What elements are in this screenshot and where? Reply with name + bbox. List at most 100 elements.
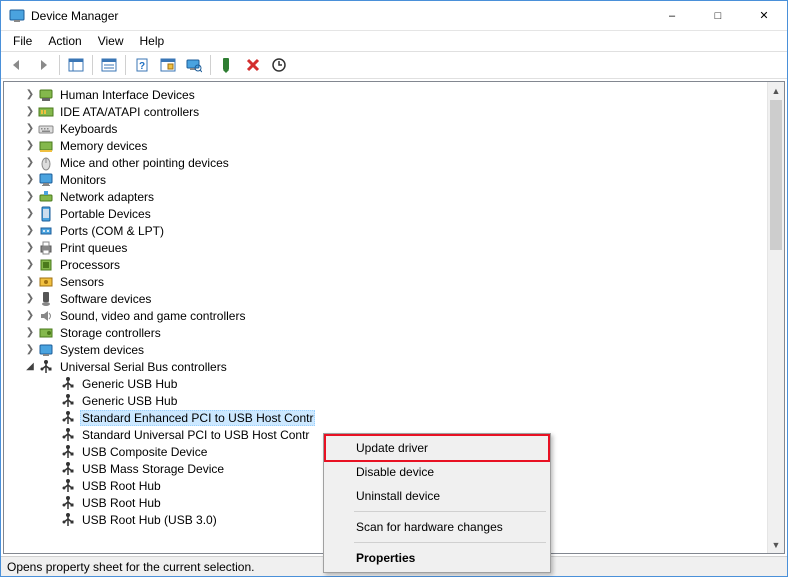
chevron-right-icon[interactable]: ❯ [24,242,36,254]
usb-icon [60,444,76,460]
system-icon [38,342,54,358]
app-icon [9,8,25,24]
back-button[interactable] [5,53,29,77]
action-tree-button[interactable] [156,53,180,77]
menu-file[interactable]: File [5,32,40,50]
properties-button[interactable] [97,53,121,77]
chevron-right-icon[interactable]: ❯ [24,123,36,135]
scroll-thumb[interactable] [770,100,782,250]
tree-node-label: Sensors [58,275,106,289]
tree-node-label: Keyboards [58,122,119,136]
context-menu-separator [354,542,546,543]
minimize-button[interactable]: – [649,1,695,30]
title-bar: Device Manager – □ ✕ [1,1,787,31]
toolbar-separator [125,55,126,75]
forward-button[interactable] [31,53,55,77]
toolbar-separator [59,55,60,75]
close-button[interactable]: ✕ [741,1,787,30]
update-driver-button[interactable] [267,53,291,77]
chevron-down-icon[interactable]: ◢ [24,361,36,373]
tree-node[interactable]: Generic USB Hub [6,375,767,392]
scroll-down-icon[interactable]: ▼ [768,536,784,553]
tree-node-label: USB Root Hub (USB 3.0) [80,513,219,527]
chevron-right-icon[interactable]: ❯ [24,327,36,339]
tree-node[interactable]: ❯Network adapters [6,188,767,205]
tree-node-label: Human Interface Devices [58,88,197,102]
tree-node[interactable]: Standard Enhanced PCI to USB Host Contr [6,409,767,426]
chevron-right-icon[interactable]: ❯ [24,174,36,186]
tree-node[interactable]: ❯Sound, video and game controllers [6,307,767,324]
toolbar-separator [92,55,93,75]
show-hide-tree-button[interactable] [64,53,88,77]
chevron-right-icon[interactable]: ❯ [24,276,36,288]
tree-node[interactable]: ❯ IDE ATA/ATAPI controllers [6,103,767,120]
tree-node-label: Print queues [58,241,129,255]
chevron-right-icon[interactable]: ❯ [24,106,36,118]
context-menu-item[interactable]: Update driver [326,436,548,460]
tree-node[interactable]: ❯Monitors [6,171,767,188]
keyboard-icon [38,121,54,137]
ide-icon [38,104,54,120]
chevron-right-icon[interactable]: ❯ [24,140,36,152]
tree-node[interactable]: ❯Mice and other pointing devices [6,154,767,171]
vertical-scrollbar[interactable]: ▲ ▼ [767,82,784,553]
tree-node[interactable]: ◢Universal Serial Bus controllers [6,358,767,375]
tree-node[interactable]: ❯Software devices [6,290,767,307]
scroll-up-icon[interactable]: ▲ [768,82,784,99]
port-icon [38,223,54,239]
chevron-right-icon[interactable]: ❯ [24,157,36,169]
uninstall-button[interactable] [241,53,265,77]
enable-button[interactable] [215,53,239,77]
tree-node-label: USB Mass Storage Device [80,462,226,476]
maximize-button[interactable]: □ [695,1,741,30]
menu-action[interactable]: Action [40,32,89,50]
tree-node-label: Standard Universal PCI to USB Host Contr [80,428,311,442]
tree-node[interactable]: ❯ Sensors [6,273,767,290]
context-menu-item[interactable]: Disable device [326,460,548,484]
tree-node-label: Portable Devices [58,207,153,221]
context-menu: Update driverDisable deviceUninstall dev… [323,433,551,573]
menu-view[interactable]: View [90,32,132,50]
scan-hardware-button[interactable] [182,53,206,77]
tree-node-label: Processors [58,258,122,272]
toolbar: ? [1,51,787,79]
chevron-right-icon[interactable]: ❯ [24,208,36,220]
chevron-right-icon[interactable]: ❯ [24,191,36,203]
tree-node-label: System devices [58,343,146,357]
tree-node[interactable]: ❯ Memory devices [6,137,767,154]
tree-node-label: Generic USB Hub [80,377,179,391]
chevron-right-icon[interactable]: ❯ [24,89,36,101]
chevron-right-icon[interactable]: ❯ [24,293,36,305]
tree-node-label: USB Root Hub [80,496,163,510]
context-menu-separator [354,511,546,512]
tree-node-label: IDE ATA/ATAPI controllers [58,105,201,119]
usb-icon [60,478,76,494]
software-icon [38,291,54,307]
tree-node[interactable]: ❯ Print queues [6,239,767,256]
tree-node[interactable]: Generic USB Hub [6,392,767,409]
chevron-right-icon[interactable]: ❯ [24,225,36,237]
tree-node[interactable]: ❯ System devices [6,341,767,358]
tree-node[interactable]: ❯ Processors [6,256,767,273]
tree-node[interactable]: ❯ Human Interface Devices [6,86,767,103]
usb-icon [60,512,76,528]
context-menu-item[interactable]: Uninstall device [326,484,548,508]
menu-help[interactable]: Help [132,32,173,50]
help-button[interactable]: ? [130,53,154,77]
tree-node[interactable]: ❯ Keyboards [6,120,767,137]
usb-icon [60,427,76,443]
usb-icon [60,495,76,511]
tree-node[interactable]: ❯Storage controllers [6,324,767,341]
tree-node[interactable]: ❯Ports (COM & LPT) [6,222,767,239]
tree-node-label: Memory devices [58,139,149,153]
sound-icon [38,308,54,324]
status-text: Opens property sheet for the current sel… [7,560,254,574]
chevron-right-icon[interactable]: ❯ [24,259,36,271]
svg-text:?: ? [139,61,145,72]
chevron-right-icon[interactable]: ❯ [24,310,36,322]
tree-node[interactable]: ❯ Portable Devices [6,205,767,222]
mouse-icon [38,155,54,171]
context-menu-item[interactable]: Properties [326,546,548,570]
chevron-right-icon[interactable]: ❯ [24,344,36,356]
context-menu-item[interactable]: Scan for hardware changes [326,515,548,539]
